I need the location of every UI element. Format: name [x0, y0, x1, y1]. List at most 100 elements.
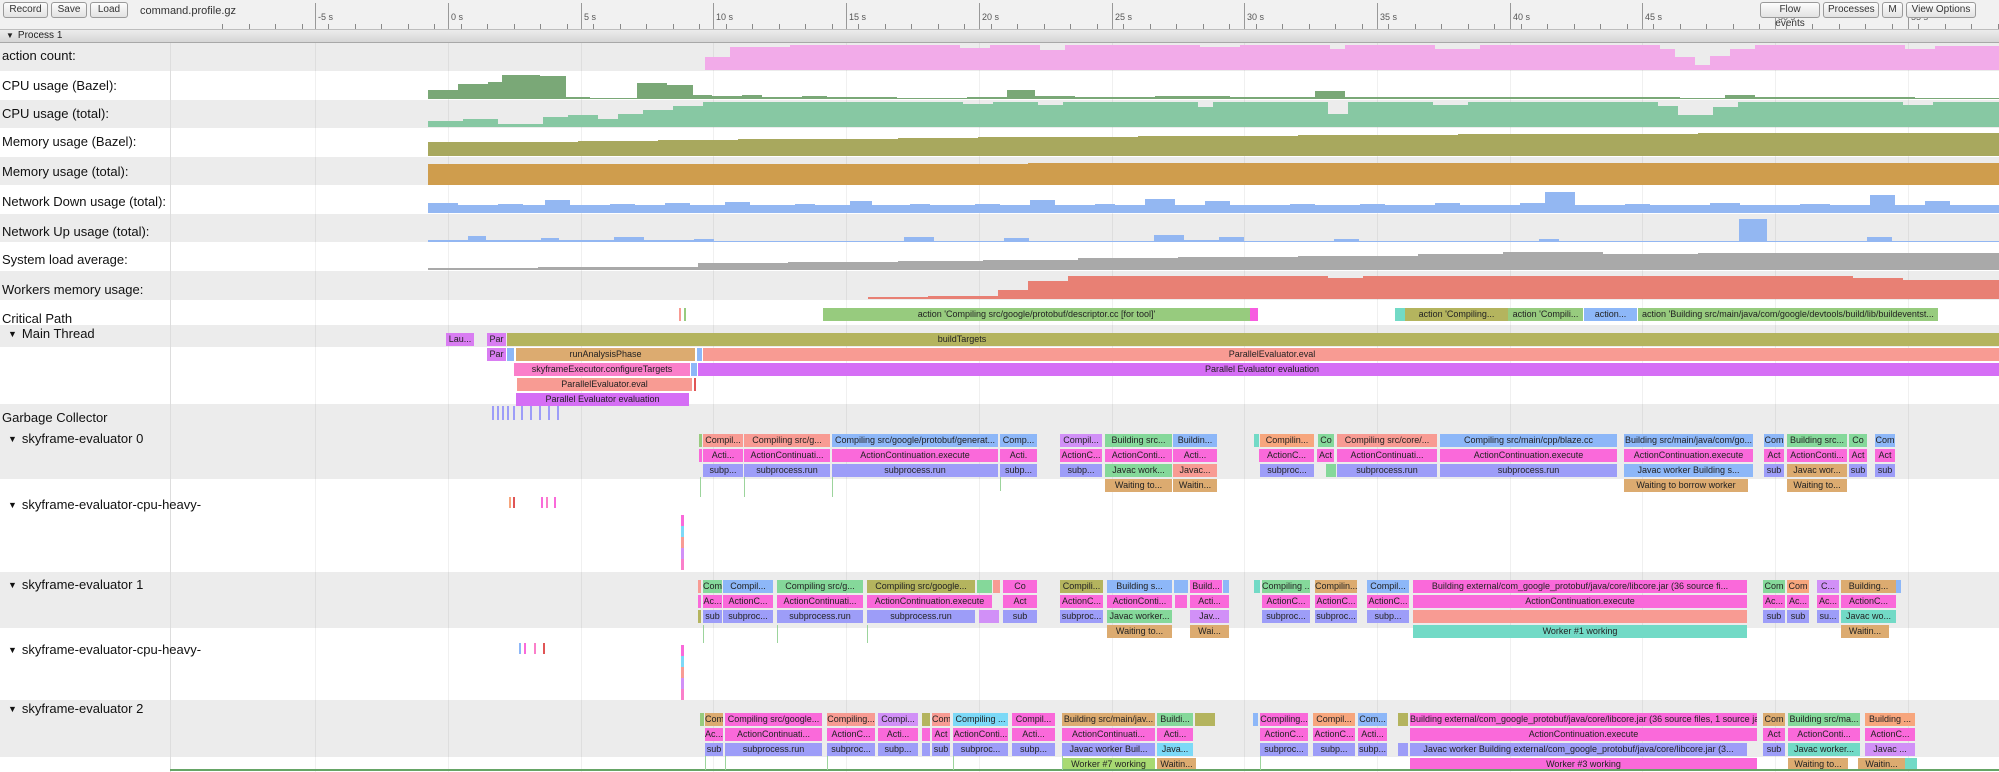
trace-mark[interactable] [1000, 477, 1001, 491]
trace-block[interactable]: Build... [1190, 580, 1222, 593]
trace-block[interactable]: Act [1764, 449, 1784, 462]
trace-block[interactable] [699, 449, 702, 462]
trace-block[interactable]: Building external/com_google_protobuf/ja… [1413, 580, 1747, 593]
trace-block[interactable]: ActionContinuation.execute [867, 595, 992, 608]
system-load-bar[interactable] [638, 267, 698, 270]
timeline-ruler[interactable]: -5 s0 s5 s10 s15 s20 s25 s30 s35 s40 s45… [0, 0, 1999, 29]
trace-block[interactable] [1253, 713, 1258, 726]
network-down-bar[interactable] [570, 205, 610, 213]
trace-block[interactable]: ActionC... [1259, 449, 1314, 462]
trace-block[interactable]: Compiling ... [1262, 580, 1310, 593]
trace-mark[interactable] [681, 548, 684, 559]
trace-block[interactable]: runAnalysisPhase [516, 348, 695, 361]
network-up-bar[interactable] [1892, 241, 1999, 242]
trace-block[interactable]: sub [932, 743, 950, 756]
cpu-usage-bazel-bar[interactable] [712, 96, 742, 99]
trace-block[interactable]: Par [487, 348, 506, 361]
cpu-usage-total-bar[interactable] [643, 110, 673, 127]
workers-memory-bar[interactable] [1703, 276, 1853, 299]
track-label[interactable]: ▼skyframe-evaluator 2 [8, 701, 143, 716]
trace-mark[interactable] [953, 756, 954, 770]
trace-block[interactable]: Com [1787, 580, 1809, 593]
trace-block[interactable] [1398, 743, 1408, 756]
workers-memory-bar[interactable] [1028, 281, 1068, 299]
cpu-usage-total-bar[interactable] [463, 119, 498, 127]
trace-block[interactable]: Javac worker Building s... [1624, 464, 1753, 477]
trace-block[interactable]: Co [1849, 434, 1867, 447]
workers-memory-bar[interactable] [928, 296, 998, 299]
cpu-usage-total-bar[interactable] [1713, 107, 1738, 127]
trace-block[interactable] [694, 378, 696, 391]
trace-block[interactable]: action 'Compili... [1508, 308, 1583, 321]
trace-mark[interactable] [554, 497, 556, 508]
trace-block[interactable] [507, 348, 514, 361]
trace-block[interactable]: subproc... [723, 610, 773, 623]
network-down-bar[interactable] [1520, 203, 1545, 213]
trace-block[interactable] [1254, 580, 1260, 593]
network-down-bar[interactable] [1925, 201, 1950, 213]
memory-usage-bazel-bar[interactable] [578, 141, 658, 156]
network-up-bar[interactable] [541, 238, 559, 242]
workers-memory-bar[interactable] [1363, 276, 1703, 299]
trace-block[interactable]: Act [1763, 728, 1785, 741]
trace-block[interactable]: su... [1817, 610, 1839, 623]
trace-block[interactable]: ActionC... [1865, 728, 1915, 741]
memory-usage-bazel-bar[interactable] [658, 140, 738, 156]
cpu-usage-bazel-bar[interactable] [667, 85, 693, 99]
trace-block[interactable]: subproc... [1315, 610, 1357, 623]
trace-block[interactable] [1195, 713, 1215, 726]
cpu-usage-bazel-bar[interactable] [590, 98, 637, 99]
trace-mark[interactable] [519, 643, 521, 654]
network-up-bar[interactable] [1244, 241, 1334, 242]
track-label[interactable]: ▼skyframe-evaluator-cpu-heavy- [8, 642, 201, 657]
trace-block[interactable] [1896, 580, 1901, 593]
cpu-usage-bazel-bar[interactable] [1680, 98, 1725, 99]
network-down-bar[interactable] [1575, 205, 1625, 213]
cpu-usage-bazel-bar[interactable] [1345, 97, 1425, 99]
cpu-usage-total-bar[interactable] [703, 102, 963, 127]
trace-mark[interactable] [681, 678, 684, 689]
network-down-bar[interactable] [1710, 203, 1740, 213]
cpu-usage-bazel-bar[interactable] [488, 82, 502, 99]
trace-block[interactable]: Javac worker... [1788, 743, 1860, 756]
trace-block[interactable]: Acti... [1190, 595, 1229, 608]
cpu-usage-total-bar[interactable] [1738, 102, 1903, 127]
network-down-bar[interactable] [1230, 205, 1290, 213]
trace-mark[interactable] [832, 477, 833, 497]
action-count-bar[interactable] [1435, 49, 1480, 70]
trace-mark[interactable] [170, 769, 1999, 771]
trace-block[interactable]: Compil... [723, 580, 773, 593]
trace-block[interactable]: Parallel Evaluator evaluation [516, 393, 689, 406]
system-load-bar[interactable] [1418, 254, 1503, 270]
trace-block[interactable]: Com... [1358, 713, 1387, 726]
trace-mark[interactable] [539, 406, 541, 420]
trace-block[interactable]: Compiling src/main/cpp/blaze.cc [1440, 434, 1617, 447]
trace-block[interactable]: Co [1318, 434, 1334, 447]
trace-mark[interactable] [497, 406, 499, 420]
network-up-bar[interactable] [1359, 241, 1539, 242]
trace-block[interactable]: Waitin... [1173, 479, 1217, 492]
trace-block[interactable]: ActionC... [1315, 595, 1357, 608]
trace-block[interactable]: subprocess.run [777, 610, 863, 623]
trace-block[interactable]: Waiting to... [1787, 479, 1847, 492]
trace-mark[interactable] [543, 643, 545, 654]
action-count-bar[interactable] [990, 45, 1040, 70]
trace-block[interactable] [1174, 580, 1188, 593]
trace-block[interactable]: Comp... [1000, 434, 1037, 447]
trace-mark[interactable] [681, 559, 684, 570]
cpu-usage-total-bar[interactable] [1658, 106, 1678, 127]
trace-mark[interactable] [548, 406, 550, 420]
network-up-bar[interactable] [1867, 237, 1892, 242]
trace-block[interactable]: Javac... [1173, 464, 1217, 477]
trace-block[interactable] [977, 580, 992, 593]
trace-block[interactable]: Javac worker Building external/com_googl… [1410, 743, 1747, 756]
trace-block[interactable] [1326, 464, 1336, 477]
trace-block[interactable]: ActionC... [827, 728, 875, 741]
trace-block[interactable]: Javac work... [1105, 464, 1172, 477]
memory-usage-total-bar[interactable] [1428, 163, 1828, 185]
trace-block[interactable]: Building src... [1787, 434, 1847, 447]
trace-mark[interactable] [1062, 756, 1063, 770]
memory-usage-bazel-bar[interactable] [498, 142, 578, 156]
system-load-bar[interactable] [1798, 253, 1898, 270]
trace-block[interactable]: Act [1875, 449, 1895, 462]
